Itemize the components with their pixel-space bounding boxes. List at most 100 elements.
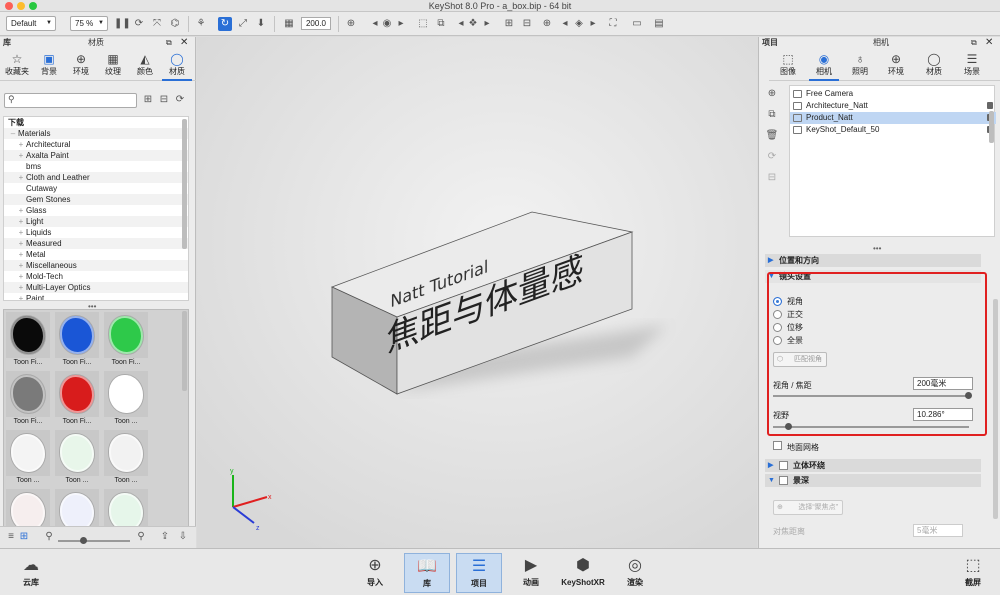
- tumble-icon[interactable]: ↻: [218, 17, 232, 31]
- tab-environments[interactable]: ⊕ 环境: [66, 51, 96, 81]
- tree-item[interactable]: + Paint: [4, 293, 188, 300]
- expand-icon[interactable]: +: [16, 216, 26, 227]
- thumbnail-size-slider[interactable]: [58, 540, 130, 542]
- screenshot-button[interactable]: ⬚ 截屏: [950, 553, 996, 593]
- undock-icon[interactable]: ⧉: [971, 37, 977, 49]
- upload-icon[interactable]: ⇪: [158, 530, 172, 544]
- material-thumbnail[interactable]: Toon Fi...: [55, 312, 99, 368]
- workspace-dropdown[interactable]: Default ▼: [6, 16, 56, 31]
- tree-item[interactable]: 下载: [4, 117, 188, 128]
- performance-icon[interactable]: ⌬: [168, 17, 182, 31]
- fit-icon[interactable]: ⤢: [236, 17, 250, 31]
- grid-view-icon[interactable]: ⊞: [17, 530, 31, 544]
- refresh-icon[interactable]: ⟳: [173, 93, 187, 107]
- tree-item[interactable]: + Light: [4, 216, 188, 227]
- tab-image[interactable]: ⬚ 图像: [773, 51, 803, 81]
- minimize-window-button[interactable]: [17, 2, 25, 10]
- ground-grid-checkbox[interactable]: [773, 441, 782, 450]
- studio-icon[interactable]: ⊞: [502, 17, 516, 31]
- material-thumbnail[interactable]: Toon ...: [104, 430, 148, 486]
- tree-item[interactable]: Gem Stones: [4, 194, 188, 205]
- list-view-icon[interactable]: ≡: [4, 530, 18, 544]
- download-icon[interactable]: ⇩: [176, 530, 190, 544]
- camera-list-scrollbar[interactable]: [989, 111, 994, 143]
- lens-option-radio[interactable]: [773, 310, 782, 319]
- expand-icon[interactable]: +: [16, 260, 26, 271]
- tab-environment[interactable]: ⊕ 环境: [881, 51, 911, 81]
- stereo-checkbox[interactable]: [779, 461, 788, 470]
- tree-item[interactable]: + Miscellaneous: [4, 260, 188, 271]
- render-viewport[interactable]: FPS：60.2时间：9s采样值：32三角形：12NURBS：6资源：770 x…: [197, 37, 757, 548]
- thumbnail-size-knob[interactable]: [80, 537, 87, 544]
- expand-icon[interactable]: +: [16, 139, 26, 150]
- zoom-dropdown[interactable]: 75 % ▼: [70, 16, 108, 31]
- zoom-in-icon[interactable]: ⚲: [134, 530, 148, 544]
- expand-icon[interactable]: +: [16, 293, 26, 300]
- material-thumbnail[interactable]: Toon ...: [104, 371, 148, 427]
- grid-icon[interactable]: ▦: [282, 17, 296, 31]
- undock-icon[interactable]: ⧉: [166, 37, 172, 49]
- lock-icon[interactable]: [987, 102, 993, 109]
- close-window-button[interactable]: [5, 2, 13, 10]
- zoom-window-button[interactable]: [29, 2, 37, 10]
- close-icon[interactable]: ✕: [180, 37, 188, 49]
- lens-option-radio[interactable]: [773, 336, 782, 345]
- select-focus-button[interactable]: ⊕ 选择“聚焦点”: [773, 500, 843, 515]
- section-position-orientation[interactable]: ▶ 位置和方向: [765, 254, 981, 267]
- material-thumbnail[interactable]: Toon Fi...: [6, 312, 50, 368]
- region-icon[interactable]: ⬚: [416, 17, 430, 31]
- expand-icon[interactable]: +: [16, 205, 26, 216]
- expand-icon[interactable]: +: [16, 238, 26, 249]
- bottom-button-list[interactable]: ☰ 项目: [456, 553, 502, 593]
- material-thumbnail[interactable]: Toon Fi...: [55, 371, 99, 427]
- tab-material[interactable]: ◯ 材质: [919, 51, 949, 81]
- next-icon[interactable]: ▸: [480, 17, 494, 31]
- tab-scene[interactable]: ☰ 场景: [957, 51, 987, 81]
- expand-icon[interactable]: +: [16, 271, 26, 282]
- dolly-icon[interactable]: ⬇: [254, 17, 268, 31]
- next-camera-icon[interactable]: ▸: [394, 17, 408, 31]
- tab-materials[interactable]: ◯ 材质: [162, 51, 192, 81]
- bottom-button-book[interactable]: 📖 库: [404, 553, 450, 593]
- tree-item[interactable]: + Cloth and Leather: [4, 172, 188, 183]
- dof-checkbox[interactable]: [779, 476, 788, 485]
- material-thumbnail[interactable]: Toon ...: [55, 430, 99, 486]
- library-search-input[interactable]: ⚲: [4, 93, 137, 108]
- model-icon[interactable]: ❖: [466, 17, 480, 31]
- tree-item[interactable]: + Metal: [4, 249, 188, 260]
- section-dof[interactable]: ▼ 景深: [765, 474, 981, 487]
- camera-icon[interactable]: ◉: [380, 17, 394, 31]
- bottom-button-render[interactable]: ◎ 渲染: [612, 553, 658, 593]
- tree-item[interactable]: + Multi-Layer Optics: [4, 282, 188, 293]
- reset-camera-icon[interactable]: ⟳: [765, 150, 779, 164]
- tree-item[interactable]: bms: [4, 161, 188, 172]
- geometry-view-icon[interactable]: ⧉: [434, 17, 448, 31]
- tree-item[interactable]: Cutaway: [4, 183, 188, 194]
- tree-item[interactable]: + Liquids: [4, 227, 188, 238]
- material-icon[interactable]: ◈: [572, 17, 586, 31]
- bottom-button-cube[interactable]: ⬢ KeyShotXR: [560, 553, 606, 593]
- tree-scrollbar[interactable]: [182, 119, 187, 249]
- properties-scrollbar[interactable]: [993, 299, 998, 519]
- tab-camera[interactable]: ◉ 相机: [809, 51, 839, 81]
- fullscreen-icon[interactable]: ⛶: [606, 17, 620, 31]
- tree-item[interactable]: + Glass: [4, 205, 188, 216]
- move-icon[interactable]: ⚘: [194, 17, 208, 31]
- tree-item[interactable]: + Axalta Paint: [4, 150, 188, 161]
- tab-textures[interactable]: ▦ 纹理: [98, 51, 128, 81]
- collapse-icon[interactable]: –: [8, 128, 18, 139]
- expand-icon[interactable]: +: [16, 227, 26, 238]
- expand-icon[interactable]: +: [16, 150, 26, 161]
- cloud-library-button[interactable]: ☁ 云库: [8, 553, 54, 593]
- material-thumbnail[interactable]: Toon ...: [6, 430, 50, 486]
- material-thumbnail[interactable]: Toon Fi...: [104, 312, 148, 368]
- next-icon[interactable]: ▸: [586, 17, 600, 31]
- close-icon[interactable]: ✕: [985, 37, 993, 49]
- add-icon[interactable]: ⊕: [540, 17, 554, 31]
- folder-add-icon[interactable]: ⊞: [141, 93, 155, 107]
- tree-item[interactable]: + Measured: [4, 238, 188, 249]
- bottom-button-play[interactable]: ▶ 动画: [508, 553, 554, 593]
- lens-option-radio[interactable]: [773, 323, 782, 332]
- thumbs-scrollbar[interactable]: [182, 311, 187, 391]
- tab-lighting[interactable]: ♁ 照明: [845, 51, 875, 81]
